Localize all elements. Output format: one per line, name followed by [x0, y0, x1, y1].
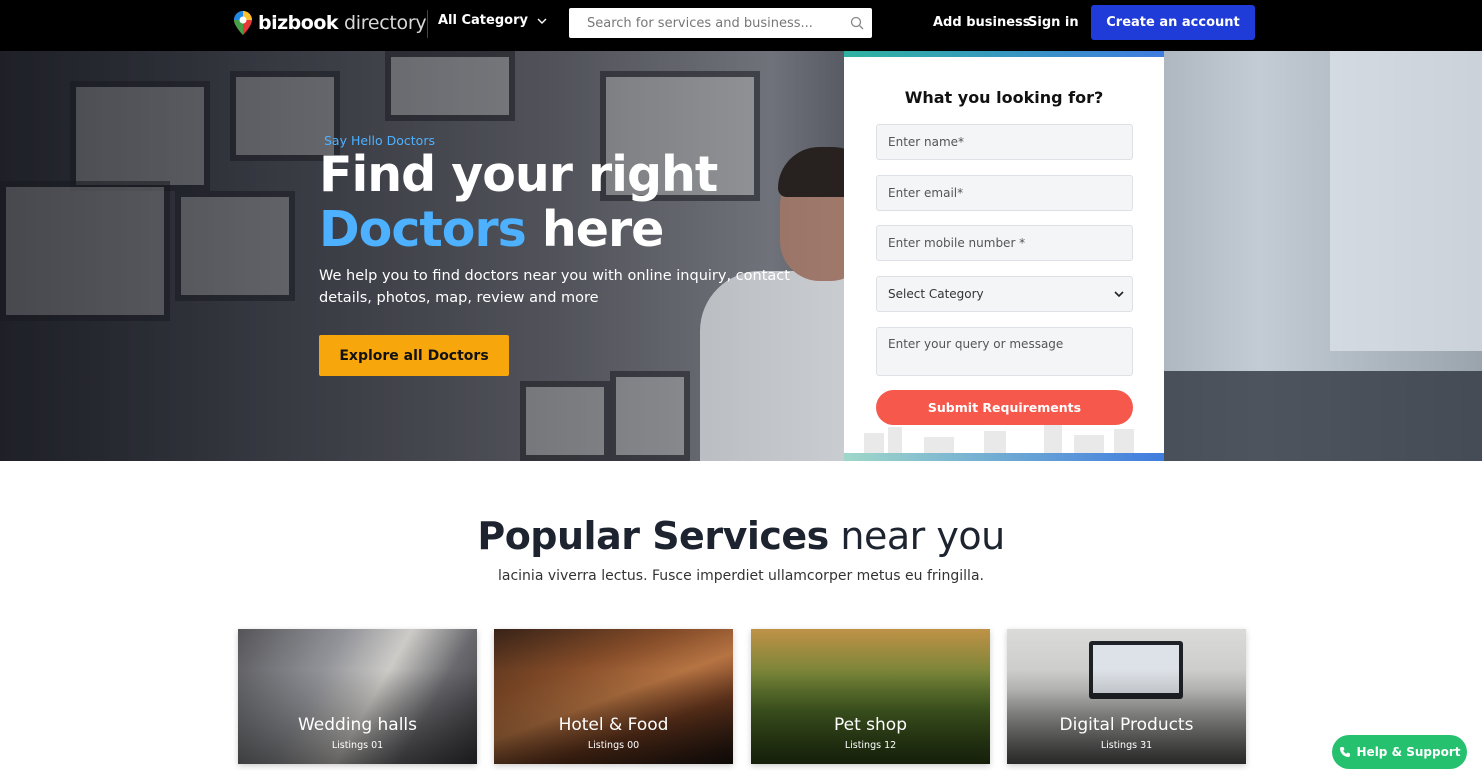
popular-services-subtitle: lacinia viverra lectus. Fusce imperdiet …	[498, 568, 984, 584]
phone-icon	[1339, 747, 1350, 757]
city-skyline-illustration	[864, 425, 1134, 453]
help-support-label: Help & Support	[1356, 745, 1461, 759]
name-field[interactable]: Enter name*	[876, 124, 1133, 160]
form-bottom-strip	[844, 453, 1164, 461]
hero-title: Find your right Doctors here	[319, 146, 718, 258]
hero-title-line1: Find your right	[319, 146, 718, 203]
brand-suffix: directory	[344, 12, 427, 34]
help-support-button[interactable]: Help & Support	[1332, 735, 1467, 769]
popular-title-bold: Popular Services	[477, 514, 829, 558]
brand-name: bizbook	[258, 12, 339, 34]
background-window	[1330, 51, 1482, 351]
add-business-link[interactable]: Add business	[933, 15, 1031, 30]
hero-section: Say Hello Doctors Find your right Doctor…	[0, 51, 1482, 461]
service-card-name: Digital Products	[1059, 715, 1194, 735]
background-desk	[1164, 371, 1482, 461]
category-select-value: Select Category	[888, 287, 984, 301]
all-category-label: All Category	[438, 13, 528, 28]
service-card-name: Pet shop	[834, 715, 907, 735]
popular-title-light: near you	[828, 514, 1005, 558]
service-card-name: Wedding halls	[297, 715, 418, 735]
popular-services-title: Popular Services near you	[0, 514, 1482, 558]
explore-doctors-button[interactable]: Explore all Doctors	[319, 335, 509, 376]
chevron-down-icon	[537, 18, 547, 24]
search-icon[interactable]	[850, 16, 864, 30]
service-card-count: Listings 01	[331, 740, 384, 751]
service-card-digital-products[interactable]: Digital Products Listings 31	[1007, 629, 1246, 764]
chevron-down-icon	[1114, 291, 1124, 298]
map-pin-icon	[234, 11, 252, 35]
category-select[interactable]: Select Category	[876, 276, 1133, 312]
hero-title-rest: here	[525, 201, 665, 258]
service-card-pet-shop[interactable]: Pet shop Listings 12	[751, 629, 990, 764]
service-card-name: Hotel & Food	[558, 715, 669, 735]
email-field[interactable]: Enter email*	[876, 175, 1133, 211]
hero-description: We help you to find doctors near you wit…	[319, 268, 790, 306]
inquiry-form: What you looking for? Enter name* Enter …	[844, 51, 1164, 461]
service-card-count: Listings 00	[587, 740, 640, 751]
all-category-dropdown[interactable]: All Category	[438, 13, 548, 28]
search-box	[569, 8, 872, 38]
create-account-button[interactable]: Create an account	[1091, 5, 1255, 40]
service-card-count: Listings 31	[1100, 740, 1153, 751]
submit-requirements-button[interactable]: Submit Requirements	[876, 390, 1133, 425]
logo[interactable]: bizbook directory	[234, 11, 427, 35]
search-input[interactable]	[569, 8, 839, 38]
top-navbar: bizbook directory All Category Add busin…	[0, 0, 1482, 51]
service-card-hotel-food[interactable]: Hotel & Food Listings 00	[494, 629, 733, 764]
form-title: What you looking for?	[904, 88, 1104, 107]
mobile-field[interactable]: Enter mobile number *	[876, 225, 1133, 261]
service-card-count: Listings 12	[844, 740, 897, 751]
nav-divider	[427, 10, 428, 38]
service-card-wedding-halls[interactable]: Wedding halls Listings 01	[238, 629, 477, 764]
form-top-strip	[844, 51, 1164, 57]
sign-in-link[interactable]: Sign in	[1028, 15, 1079, 30]
hero-title-accent: Doctors	[319, 201, 527, 258]
message-textarea[interactable]: Enter your query or message	[876, 327, 1133, 376]
